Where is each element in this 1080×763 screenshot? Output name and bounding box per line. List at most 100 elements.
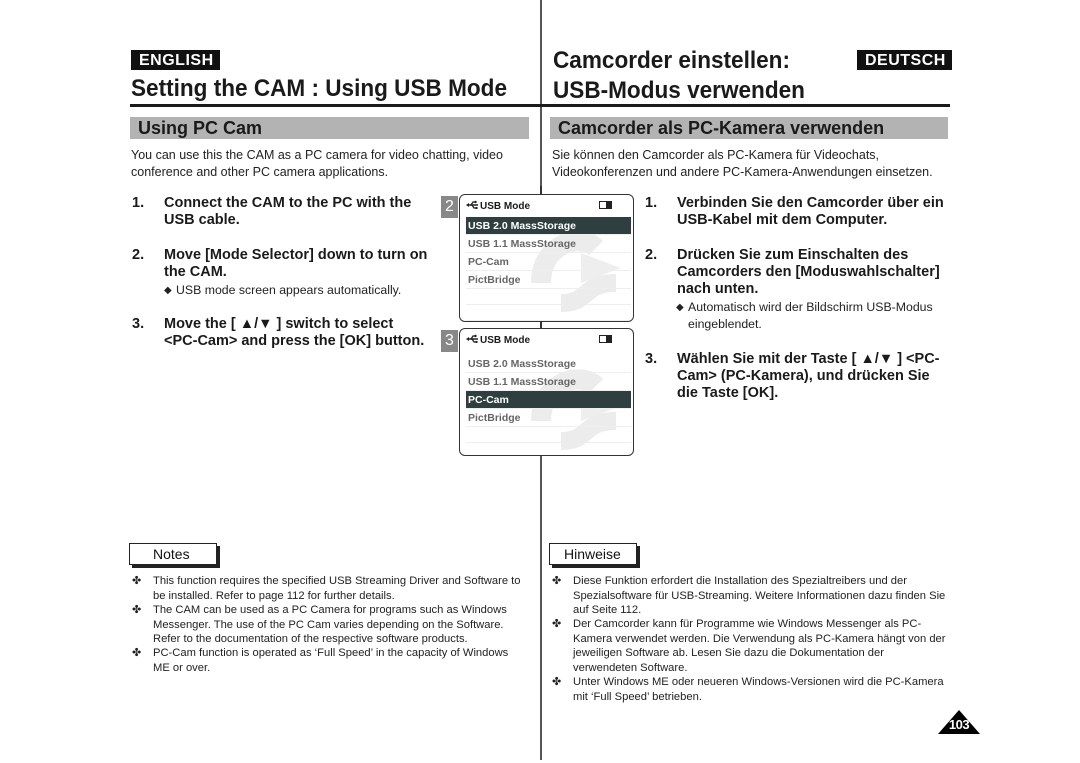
clover-bullet-icon: ✤ [552, 575, 562, 587]
usb-icon [466, 334, 479, 347]
screen-header: USB Mode [460, 329, 633, 351]
note-text: Diese Funktion erfordert die Installatio… [573, 574, 945, 618]
step-line: Move [Mode Selector] down to turn on [164, 247, 428, 263]
usb-mode-screen-step2: USB Mode USB 2.0 MassStorage USB 1.1 Mas… [459, 194, 634, 322]
note-line: be installed. Refer to page 112 for furt… [153, 589, 395, 602]
note-text: Der Camcorder kann für Programme wie Win… [573, 617, 946, 675]
step-text: Drücken Sie zum Einschalten des Camcorde… [677, 247, 940, 298]
note-line: Refer to the documentation of the respec… [153, 633, 468, 645]
page-title-english: Setting the CAM : Using USB Mode [131, 75, 507, 102]
note-item-deutsch: ✤ Diese Funktion erfordert die Installat… [552, 574, 957, 618]
battery-icon [599, 335, 612, 343]
step-line: USB-Kabel mit dem Computer. [677, 212, 888, 228]
note-line: Unter Windows ME oder neueren Windows-Ve… [573, 676, 944, 688]
clover-bullet-icon: ✤ [132, 604, 142, 616]
step-line: Verbinden Sie den Camcorder über ein [677, 195, 944, 211]
intro-paragraph-deutsch: Sie können den Camcorder als PC-Kamera f… [552, 147, 952, 181]
menu-item-pictbridge[interactable]: PictBridge [466, 409, 631, 427]
step-text: Move [Mode Selector] down to turn on the… [164, 247, 427, 281]
usb-mode-menu: USB 2.0 MassStorage USB 1.1 MassStorage … [460, 355, 633, 455]
intro-line: Videokonferenzen und andere PC-Kamera-An… [552, 165, 933, 179]
step-text: Verbinden Sie den Camcorder über ein USB… [677, 195, 944, 229]
section-heading-english: Using PC Cam [130, 117, 529, 139]
diamond-bullet-icon: ◆ [164, 285, 172, 296]
step-text: Wählen Sie mit der Taste [ ▲/▼ ] <PC- Ca… [677, 351, 940, 402]
note-item-deutsch: ✤ Der Camcorder kann für Programme wie W… [552, 617, 957, 675]
step-3-english: 3. Move the [ ▲/▼ ] switch to select <PC… [132, 316, 452, 352]
note-text: Unter Windows ME oder neueren Windows-Ve… [573, 675, 944, 704]
note-line: Spezialsoftware für USB-Streaming. Weite… [573, 589, 946, 602]
note-line: ME or over. [153, 661, 211, 674]
clover-bullet-icon: ✤ [132, 647, 142, 659]
step-2-note-deutsch: ◆ Automatisch wird der Bildschirm USB-Mo… [676, 299, 956, 333]
diamond-bullet-icon: ◆ [676, 302, 684, 313]
note-text: This function requires the specified USB… [153, 574, 521, 603]
note-line: Diese Funktion erfordert die Installatio… [573, 575, 907, 587]
note-line: jeweiligen Software ab. Lesen Sie dazu d… [573, 647, 884, 659]
step-line: die Taste [OK]. [677, 385, 779, 401]
step-2-deutsch: 2. Drücken Sie zum Einschalten des Camco… [645, 247, 955, 299]
step-note-line: eingeblendet. [688, 317, 762, 331]
step-number: 2. [645, 247, 658, 263]
usb-mode-menu: USB 2.0 MassStorage USB 1.1 MassStorage … [460, 217, 633, 321]
note-line: Messenger. The use of the PC Cam varies … [153, 618, 504, 631]
menu-item-usb20[interactable]: USB 2.0 MassStorage [466, 355, 631, 373]
step-3-deutsch: 3. Wählen Sie mit der Taste [ ▲/▼ ] <PC-… [645, 351, 955, 403]
step-number: 1. [645, 195, 658, 211]
note-line: verwendeten Software. [573, 661, 688, 674]
note-line: The CAM can be used as a PC Camera for p… [153, 604, 507, 616]
note-line: PC-Cam function is operated as ‘Full Spe… [153, 647, 509, 659]
intro-paragraph-english: You can use this the CAM as a PC camera … [131, 148, 503, 179]
step-1-deutsch: 1. Verbinden Sie den Camcorder über ein … [645, 195, 955, 231]
note-text: PC-Cam function is operated as ‘Full Spe… [153, 646, 508, 675]
step-text: Move the [ ▲/▼ ] switch to select <PC-Ca… [164, 316, 424, 350]
step-line: Wählen Sie mit der Taste [ ▲/▼ ] <PC- [677, 351, 940, 367]
note-line: auf Seite 112. [573, 604, 642, 616]
menu-item-usb11[interactable]: USB 1.1 MassStorage [466, 235, 631, 253]
step-2-english: 2. Move [Mode Selector] down to turn on … [132, 247, 432, 283]
step-number: 2. [132, 247, 145, 263]
step-line: Cam> (PC-Kamera), und drücken Sie [677, 368, 930, 384]
step-note-text: USB mode screen appears automatically. [176, 283, 402, 297]
notes-heading-deutsch: Hinweise [549, 543, 637, 565]
menu-item-pccam[interactable]: PC-Cam [466, 253, 631, 271]
usb-mode-screen-step3: USB Mode USB 2.0 MassStorage USB 1.1 Mas… [459, 328, 634, 456]
step-line: <PC-Cam> and press the [OK] button. [164, 333, 425, 349]
note-item-english: ✤ PC-Cam function is operated as ‘Full S… [132, 646, 532, 676]
page-title-deutsch-line2: USB-Modus verwenden [553, 77, 805, 104]
language-badge-deutsch: DEUTSCH [857, 50, 952, 70]
clover-bullet-icon: ✤ [552, 618, 562, 630]
note-line: This function requires the specified USB… [153, 575, 521, 587]
menu-item-pictbridge[interactable]: PictBridge [466, 271, 631, 289]
note-item-english: ✤ The CAM can be used as a PC Camera for… [132, 603, 532, 647]
step-number: 3. [132, 316, 145, 332]
step-text: Connect the CAM to the PC with the USB c… [164, 195, 411, 229]
intro-line: Sie können den Camcorder als PC-Kamera f… [552, 148, 880, 162]
section-heading-deutsch: Camcorder als PC-Kamera verwenden [550, 117, 948, 139]
step-line: Connect the CAM to the PC with the [164, 195, 412, 211]
step-2-note-english: ◆ USB mode screen appears automatically. [164, 282, 434, 299]
language-badge-english: ENGLISH [131, 50, 220, 70]
step-line: USB cable. [164, 212, 240, 228]
step-1-english: 1. Connect the CAM to the PC with the US… [132, 195, 432, 231]
screen-step-label: 3 [441, 330, 458, 352]
menu-item-usb20[interactable]: USB 2.0 MassStorage [466, 217, 631, 235]
menu-item-usb11[interactable]: USB 1.1 MassStorage [466, 373, 631, 391]
step-number: 1. [132, 195, 145, 211]
step-line: Drücken Sie zum Einschalten des [677, 247, 909, 263]
note-item-english: ✤ This function requires the specified U… [132, 574, 532, 604]
screen-header-title: USB Mode [480, 335, 530, 346]
step-line: nach unten. [677, 281, 759, 297]
note-line: Kamera verwendet werden. Die Verwendung … [573, 632, 946, 645]
menu-item-pccam[interactable]: PC-Cam [466, 391, 631, 409]
page-number: 103 [948, 717, 970, 732]
step-note-text: Automatisch wird der Bildschirm USB-Modu… [688, 299, 933, 333]
notes-heading-english: Notes [129, 543, 217, 565]
note-text: The CAM can be used as a PC Camera for p… [153, 603, 507, 647]
page-number-badge: 103 [937, 708, 981, 736]
step-line: Move the [ ▲/▼ ] switch to select [164, 316, 394, 332]
battery-icon [599, 201, 612, 209]
note-line: mit ‘Full Speed’ betrieben. [573, 690, 702, 703]
screen-header-title: USB Mode [480, 201, 530, 212]
note-line: Der Camcorder kann für Programme wie Win… [573, 618, 922, 630]
